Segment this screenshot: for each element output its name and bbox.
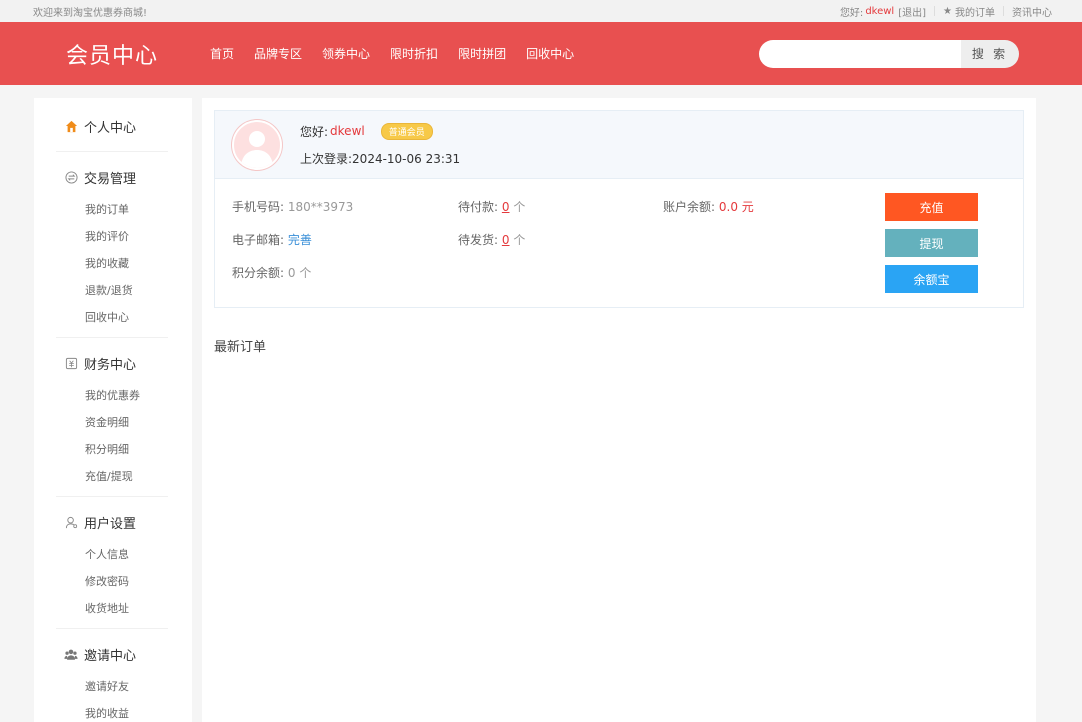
balance-label: 账户余额: [663,200,716,214]
sidebar-head-trade[interactable]: 交易管理 [64,164,168,190]
search-input[interactable] [759,39,961,68]
content-panel: 您好: dkewl 普通会员 上次登录:2024-10-06 23:31 手机号… [202,98,1036,722]
search-box: 搜 索 [759,39,1019,68]
logout-link[interactable]: [退出] [898,4,926,19]
user-icon [64,515,78,529]
nav-home[interactable]: 首页 [210,45,234,62]
last-login-label: 上次登录: [300,151,353,166]
pending-pay-count-link[interactable]: 0 [502,200,510,214]
nav-recycle[interactable]: 回收中心 [526,45,574,62]
sidebar-head-label: 交易管理 [84,171,137,187]
recent-orders-title: 最新订单 [214,340,267,355]
sidebar-group-invite: 邀请中心 邀请好友 我的收益 [56,629,168,722]
main-area: 个人中心 交易管理 我的订单 我的评价 我的收藏 退款/退货 回收中心 财务中心 [0,85,1082,722]
profile-hello: 您好: [300,124,329,139]
sidebar-head-finance[interactable]: 财务中心 [64,350,168,376]
sidebar-group-personal: 个人中心 [56,113,168,152]
news-link[interactable]: 资讯中心 [1012,4,1052,19]
pending-ship-unit: 个 [513,233,526,247]
site-logo[interactable]: 会员中心 [66,38,210,70]
phone-label: 手机号码: [232,200,285,214]
avatar-icon [241,130,273,168]
welcome-text: 欢迎来到淘宝优惠券商城! [33,7,148,19]
top-bar: 欢迎来到淘宝优惠券商城! 您好: dkewl [退出] ★ 我的订单 资讯中心 [0,0,1082,22]
sidebar-item-refund[interactable]: 退款/退货 [56,277,168,304]
avatar[interactable] [232,119,282,170]
sidebar-item-address[interactable]: 收货地址 [56,595,168,622]
sidebar: 个人中心 交易管理 我的订单 我的评价 我的收藏 退款/退货 回收中心 财务中心 [34,98,192,722]
phone-value: 180**3973 [287,200,354,214]
sidebar-item-fund-detail[interactable]: 资金明细 [56,409,168,436]
header: 会员中心 首页 品牌专区 领券中心 限时折扣 限时拼团 回收中心 搜 索 [0,22,1082,85]
sidebar-group-trade: 交易管理 我的订单 我的评价 我的收藏 退款/退货 回收中心 [56,152,168,337]
account-stats: 手机号码: 180**3973 电子邮箱: 完善 积分余额: 0 个 待付款: … [215,179,1023,307]
finance-icon [64,356,78,370]
search-button[interactable]: 搜 索 [961,39,1019,68]
top-username-link[interactable]: dkewl [865,6,894,17]
sidebar-item-coupons[interactable]: 我的优惠券 [56,382,168,409]
points-label: 积分余额: [232,266,285,280]
sidebar-group-finance: 财务中心 我的优惠券 资金明细 积分明细 充值/提现 [56,337,168,497]
sidebar-head-personal[interactable]: 个人中心 [64,113,168,139]
nav-coupon[interactable]: 领券中心 [322,45,370,62]
sidebar-head-invite[interactable]: 邀请中心 [64,641,168,667]
sidebar-item-earnings[interactable]: 我的收益 [56,700,168,722]
sidebar-head-label: 用户设置 [84,516,137,532]
charge-button[interactable]: 充值 [885,193,978,221]
sidebar-head-label: 财务中心 [84,357,137,373]
nav-discount[interactable]: 限时折扣 [390,45,438,62]
profile-header: 您好: dkewl 普通会员 上次登录:2024-10-06 23:31 [215,111,1023,179]
nav-brand[interactable]: 品牌专区 [254,45,302,62]
pending-pay-label: 待付款: [458,200,499,214]
nav-group-buy[interactable]: 限时拼团 [458,45,506,62]
complete-email-link[interactable]: 完善 [288,233,312,247]
pending-ship-label: 待发货: [458,233,499,247]
hello-text: 您好: [839,7,864,19]
balance-value: 0.0 元 [718,200,754,214]
sidebar-item-invite-friends[interactable]: 邀请好友 [56,673,168,700]
sidebar-item-password[interactable]: 修改密码 [56,568,168,595]
sidebar-head-label: 个人中心 [84,120,137,136]
home-icon [64,119,78,133]
sidebar-item-my-orders[interactable]: 我的订单 [56,196,168,223]
sidebar-head-settings[interactable]: 用户设置 [64,509,168,535]
sidebar-item-points-detail[interactable]: 积分明细 [56,436,168,463]
pending-ship-count-link[interactable]: 0 [502,233,510,247]
member-level-badge: 普通会员 [380,122,433,140]
my-orders-link[interactable]: 我的订单 [955,4,995,19]
sidebar-item-recycle[interactable]: 回收中心 [56,304,168,331]
star-icon: ★ [943,5,952,17]
points-value: 0 个 [287,266,312,280]
profile-name: dkewl [330,124,365,138]
withdraw-button[interactable]: 提现 [885,229,978,257]
sidebar-item-favorites[interactable]: 我的收藏 [56,250,168,277]
transaction-icon [64,170,78,184]
sidebar-item-profile[interactable]: 个人信息 [56,541,168,568]
main-nav: 首页 品牌专区 领券中心 限时折扣 限时拼团 回收中心 [210,45,759,62]
profile-info: 您好: dkewl 普通会员 上次登录:2024-10-06 23:31 [300,122,461,167]
email-label: 电子邮箱: [232,233,285,247]
divider [934,6,936,16]
yeb-button[interactable]: 余额宝 [885,265,978,293]
sidebar-item-my-reviews[interactable]: 我的评价 [56,223,168,250]
pending-pay-unit: 个 [513,200,526,214]
sidebar-item-recharge[interactable]: 充值/提现 [56,463,168,490]
last-login-time: 2024-10-06 23:31 [352,151,461,166]
divider [1003,6,1004,16]
invite-icon [64,647,78,661]
top-bar-links: 您好: dkewl [退出] ★ 我的订单 资讯中心 [840,4,1052,19]
sidebar-head-label: 邀请中心 [84,648,137,664]
account-card: 您好: dkewl 普通会员 上次登录:2024-10-06 23:31 手机号… [214,110,1024,308]
action-buttons: 充值 提现 余额宝 [885,193,978,301]
sidebar-group-settings: 用户设置 个人信息 修改密码 收货地址 [56,497,168,629]
